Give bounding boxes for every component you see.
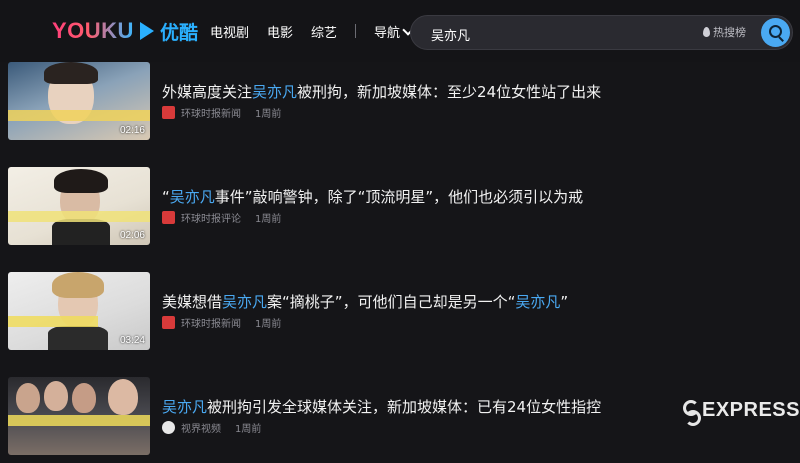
- title-keyword-highlight: 吴亦凡: [162, 398, 208, 416]
- video-title[interactable]: “吴亦凡事件”敲响警钟，除了“顶流明星”，他们也必须引以为戒: [162, 186, 782, 207]
- video-source[interactable]: 视界视频: [181, 420, 221, 435]
- video-source[interactable]: 环球时报评论: [181, 210, 241, 225]
- flame-icon: [703, 27, 710, 37]
- watermark-logo-icon: [681, 398, 701, 426]
- source-logo-icon: [162, 105, 175, 119]
- title-keyword-highlight: 吴亦凡: [169, 188, 215, 206]
- video-time: 1周前: [255, 213, 282, 225]
- title-text: 被刑拘，新加坡媒体：至少24位女性站了出来: [297, 83, 602, 101]
- main-nav: 电视剧 电影 综艺 导航: [210, 20, 414, 42]
- source-logo-icon: [162, 210, 175, 224]
- video-item[interactable]: 02:06 “吴亦凡事件”敲响警钟，除了“顶流明星”，他们也必须引以为戒 环球时…: [0, 167, 800, 253]
- logo-wordmark: YOUKU: [52, 18, 134, 43]
- title-text: 外媒高度关注: [162, 83, 253, 101]
- video-thumbnail[interactable]: 02:06: [8, 167, 150, 245]
- video-item[interactable]: 02:16 外媒高度关注吴亦凡被刑拘，新加坡媒体：至少24位女性站了出来 环球时…: [0, 62, 800, 148]
- nav-tv-series[interactable]: 电视剧: [210, 22, 249, 41]
- hot-search-link[interactable]: 热搜榜: [703, 24, 746, 40]
- video-thumbnail[interactable]: [8, 377, 150, 455]
- title-text: 美媒想借: [162, 293, 223, 311]
- nav-variety[interactable]: 综艺: [311, 22, 337, 41]
- title-keyword-highlight: 吴亦凡: [252, 83, 298, 101]
- title-text: 事件”敲响警钟，除了“顶流明星”，他们也必须引以为戒: [214, 188, 584, 206]
- video-thumbnail[interactable]: 03:24: [8, 272, 150, 350]
- search-button[interactable]: [761, 18, 790, 47]
- watermark-text: EXPRESS: [702, 398, 800, 421]
- search-input[interactable]: [429, 23, 693, 45]
- top-header: YOUKU 优酷 电视剧 电影 综艺 导航 热搜榜: [0, 0, 800, 62]
- video-duration: 02:06: [119, 230, 145, 241]
- hot-search-label: 热搜榜: [713, 26, 746, 39]
- video-title[interactable]: 外媒高度关注吴亦凡被刑拘，新加坡媒体：至少24位女性站了出来: [162, 81, 782, 102]
- nav-more-label: 导航: [374, 25, 401, 41]
- title-text: 案“摘桃子”，可他们自己却是另一个“: [267, 293, 516, 311]
- watermark: EXPRESS: [681, 396, 800, 426]
- youku-logo[interactable]: YOUKU 优酷: [52, 16, 198, 46]
- nav-divider: [355, 24, 357, 38]
- search-bar: 热搜榜: [410, 15, 793, 50]
- video-item[interactable]: 03:24 美媒想借吴亦凡案“摘桃子”，可他们自己却是另一个“吴亦凡” 环球时报…: [0, 272, 800, 358]
- title-keyword-highlight: 吴亦凡: [222, 293, 268, 311]
- video-item[interactable]: 吴亦凡被刑拘引发全球媒体关注，新加坡媒体：已有24位女性指控 视界视频 1周前: [0, 377, 800, 463]
- nav-more-menu[interactable]: 导航: [374, 22, 414, 41]
- video-meta: 环球时报评论 1周前: [162, 210, 282, 225]
- video-time: 1周前: [235, 423, 262, 435]
- search-icon-handle: [778, 36, 784, 42]
- title-text: “: [162, 188, 170, 206]
- video-time: 1周前: [255, 318, 282, 330]
- video-meta: 视界视频 1周前: [162, 420, 262, 435]
- video-duration: 02:16: [119, 125, 145, 136]
- video-meta: 环球时报新闻 1周前: [162, 315, 282, 330]
- video-source[interactable]: 环球时报新闻: [181, 105, 241, 120]
- title-keyword-highlight: 吴亦凡: [515, 293, 561, 311]
- video-source[interactable]: 环球时报新闻: [181, 315, 241, 330]
- video-time: 1周前: [255, 108, 282, 120]
- play-icon: [139, 22, 154, 40]
- video-duration: 03:24: [119, 335, 145, 346]
- title-text: ”: [560, 293, 569, 311]
- nav-movies[interactable]: 电影: [267, 22, 293, 41]
- logo-chinese: 优酷: [159, 21, 198, 44]
- video-title[interactable]: 美媒想借吴亦凡案“摘桃子”，可他们自己却是另一个“吴亦凡”: [162, 291, 782, 312]
- source-logo-icon: [162, 420, 175, 434]
- title-text: 被刑拘引发全球媒体关注，新加坡媒体：已有24位女性指控: [207, 398, 602, 416]
- video-meta: 环球时报新闻 1周前: [162, 105, 282, 120]
- source-logo-icon: [162, 315, 175, 329]
- video-thumbnail[interactable]: 02:16: [8, 62, 150, 140]
